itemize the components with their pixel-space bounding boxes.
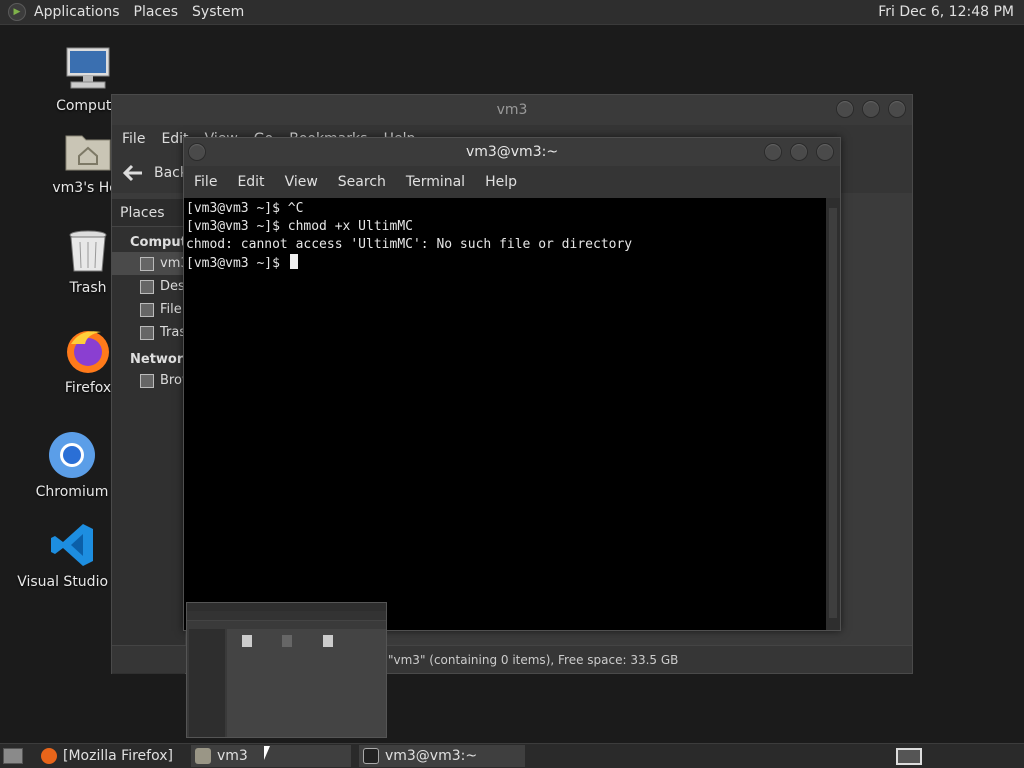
sidebar-item-label: Browse Network: [160, 373, 185, 388]
sidebar-item-label: Trash: [160, 325, 185, 340]
terminal-cursor: [289, 254, 298, 269]
terminal-window[interactable]: vm3@vm3:~ File Edit View Search Terminal…: [183, 137, 841, 631]
desktop-icon-vscode[interactable]: Visual Studio Co: [17, 520, 131, 590]
preview-file-icon: [323, 635, 333, 647]
back-arrow-icon: [122, 164, 142, 182]
terminal-line: [vm3@vm3 ~]$ ^C: [186, 201, 304, 216]
terminal-titlebar[interactable]: vm3@vm3:~: [184, 138, 840, 166]
computer-icon: [66, 47, 110, 89]
home-icon: [140, 256, 154, 271]
desktop-icon: [140, 279, 154, 294]
taskbar-item-label: [Mozilla Firefox]: [63, 748, 173, 764]
terminal-scrollbar[interactable]: [826, 198, 840, 630]
terminal-output[interactable]: [vm3@vm3 ~]$ ^C [vm3@vm3 ~]$ chmod +x Ul…: [184, 198, 827, 630]
file-manager-titlebar[interactable]: vm3: [112, 95, 912, 125]
places-header: Places: [120, 204, 165, 221]
preview-file-icon: [242, 635, 252, 647]
terminal-prompt-line: [vm3@vm3 ~]$: [186, 254, 825, 272]
sidebar-group-network: Network: [130, 352, 192, 367]
close-button[interactable]: [888, 100, 906, 118]
places-dropdown[interactable]: Places: [112, 199, 185, 227]
menu-search[interactable]: Search: [338, 174, 386, 190]
bottom-panel: [Mozilla Firefox] vm3 vm3@vm3:~: [0, 743, 1024, 768]
distro-logo-icon[interactable]: ▶: [8, 3, 26, 21]
home-folder-icon: [65, 135, 111, 171]
taskbar-item-file-manager[interactable]: vm3: [190, 745, 351, 767]
desktop-icon-label: Chromium: [35, 484, 109, 500]
mouse-pointer-icon: [264, 746, 270, 760]
chromium-icon: [49, 432, 95, 478]
desktop-icon-label: Trash: [69, 280, 107, 296]
preview-sidebar: [189, 629, 225, 737]
menu-view[interactable]: View: [285, 174, 318, 190]
sidebar-group-computer: Computer: [130, 235, 203, 250]
menu-edit[interactable]: Edit: [237, 174, 264, 190]
workspace-switcher[interactable]: [896, 748, 922, 765]
minimize-button[interactable]: [836, 100, 854, 118]
scrollbar-thumb[interactable]: [829, 208, 837, 618]
preview-menubar: [187, 611, 386, 621]
preview-content: [227, 629, 386, 737]
taskbar-item-firefox[interactable]: [Mozilla Firefox]: [37, 745, 173, 767]
menu-terminal[interactable]: Terminal: [406, 174, 465, 190]
filesystem-icon: [140, 302, 154, 317]
menu-file[interactable]: File: [122, 131, 145, 147]
status-text: "vm3" (containing 0 items), Free space: …: [388, 652, 679, 667]
terminal-line: chmod: cannot access 'UltimMC': No such …: [186, 237, 633, 252]
preview-titlebar: [187, 603, 386, 611]
window-menu-button[interactable]: [188, 143, 206, 161]
menu-help[interactable]: Help: [485, 174, 517, 190]
top-panel: ▶ Applications Places System Fri Dec 6, …: [0, 0, 1024, 25]
terminal-line: [vm3@vm3 ~]$ chmod +x UltimMC: [186, 219, 413, 234]
desktop-icon-chromium[interactable]: Chromium: [24, 430, 120, 500]
menu-system[interactable]: System: [192, 4, 244, 20]
firefox-icon: [67, 331, 109, 373]
taskbar-item-label: vm3: [216, 748, 248, 764]
show-desktop-icon[interactable]: [3, 748, 23, 764]
sidebar-item-label: vm3: [160, 256, 185, 271]
menu-applications[interactable]: Applications: [34, 4, 120, 20]
folder-icon: [194, 748, 211, 764]
window-preview-thumbnail[interactable]: [186, 602, 387, 738]
menu-places[interactable]: Places: [134, 4, 179, 20]
close-button[interactable]: [816, 143, 834, 161]
maximize-button[interactable]: [790, 143, 808, 161]
sidebar-item-desktop[interactable]: Desktop: [112, 275, 185, 298]
sidebar-item-filesystem[interactable]: File System: [112, 298, 185, 321]
terminal-icon: [362, 748, 379, 764]
sidebar-item-trash[interactable]: Trash: [112, 321, 185, 344]
maximize-button[interactable]: [862, 100, 880, 118]
window-title: vm3@vm3:~: [465, 144, 559, 160]
taskbar-item-terminal[interactable]: vm3@vm3:~: [358, 745, 525, 767]
sidebar-item-browse-network[interactable]: Browse Network: [112, 369, 185, 392]
firefox-icon: [41, 748, 57, 764]
terminal-menubar: File Edit View Search Terminal Help: [184, 166, 840, 198]
terminal-prompt: [vm3@vm3 ~]$: [186, 256, 288, 271]
window-title: vm3: [496, 102, 528, 118]
preview-file-icon: [282, 635, 292, 647]
vscode-icon: [51, 524, 93, 566]
sidebar-item-home[interactable]: vm3: [112, 252, 185, 275]
clock[interactable]: Fri Dec 6, 12:48 PM: [878, 4, 1014, 20]
trash-icon: [140, 325, 154, 340]
sidebar-item-label: Desktop: [160, 279, 185, 294]
network-icon: [140, 373, 154, 388]
places-sidebar: Places Computer vm3 Desktop File System …: [112, 199, 203, 674]
taskbar-item-label: vm3@vm3:~: [384, 748, 478, 764]
trash-icon: [69, 230, 107, 272]
minimize-button[interactable]: [764, 143, 782, 161]
sidebar-item-label: File System: [160, 302, 185, 317]
menu-file[interactable]: File: [194, 174, 217, 190]
back-button[interactable]: Back: [122, 164, 188, 182]
desktop-icon-label: Firefox: [64, 380, 112, 396]
